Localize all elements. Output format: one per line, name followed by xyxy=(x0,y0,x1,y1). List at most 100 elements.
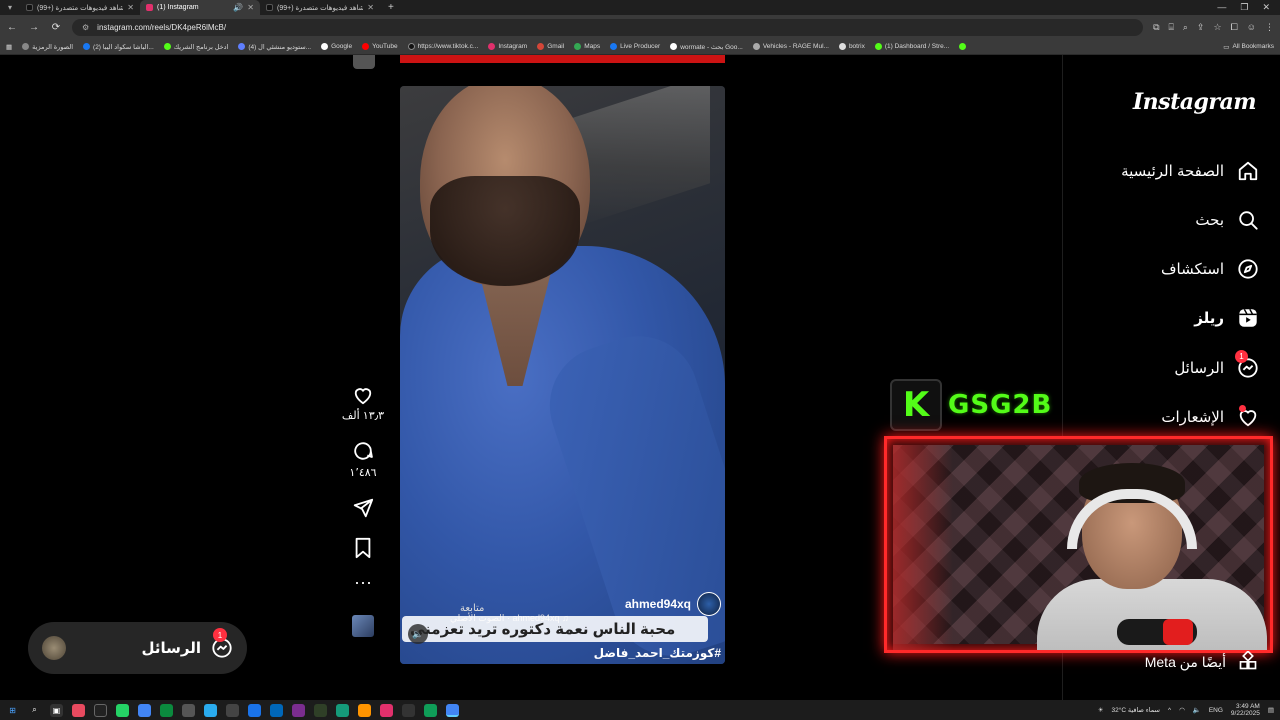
sidebar-item-explore[interactable]: استكشاف xyxy=(1161,254,1260,284)
bookmark-item[interactable]: (2) الباشا سكواد اليبا... xyxy=(83,43,154,51)
copilot-icon[interactable] xyxy=(72,703,85,717)
sidebar-item-home[interactable]: الصفحة الرئيسية xyxy=(1121,156,1260,186)
zoom-icon[interactable]: ⌕ xyxy=(1183,22,1188,33)
whatsapp-icon[interactable] xyxy=(116,703,129,717)
speaker-icon[interactable]: 🔊 xyxy=(233,3,243,12)
obs-icon[interactable] xyxy=(94,703,107,717)
apps-icon[interactable]: ▦ xyxy=(6,43,12,51)
skype-icon[interactable] xyxy=(248,703,261,717)
author-avatar[interactable] xyxy=(697,592,721,616)
back-icon[interactable]: ← xyxy=(6,22,18,33)
app2-icon[interactable] xyxy=(336,703,349,717)
bookmark-item[interactable]: Google xyxy=(321,43,352,50)
sidebar-item-messages[interactable]: 1 الرسائل xyxy=(1174,350,1260,383)
bookmark-icon[interactable] xyxy=(353,537,373,559)
sidebar-item-notifications[interactable]: الإشعارات xyxy=(1161,402,1260,432)
bookmark-item[interactable]: wormate - بحث Goo... xyxy=(670,43,743,51)
maximize-icon[interactable]: ❐ xyxy=(1240,2,1248,13)
extensions-icon[interactable]: ⧠ xyxy=(1231,22,1238,33)
close-icon[interactable]: ✕ xyxy=(367,3,374,12)
reel-author[interactable]: ahmed94xq xyxy=(625,592,721,616)
comment-icon[interactable] xyxy=(352,440,374,462)
app4-icon[interactable] xyxy=(380,703,393,717)
bookmark-item[interactable]: (1) Dashboard / Stre... xyxy=(874,43,949,50)
notifications-icon[interactable]: ▤ xyxy=(1268,706,1274,714)
language-label[interactable]: ENG xyxy=(1209,707,1223,714)
bookmark-item[interactable]: الصورة الرمزية xyxy=(22,43,73,51)
save-action[interactable] xyxy=(340,537,386,559)
comment-action[interactable]: ١٬٤٨٦ xyxy=(340,440,386,479)
mute-button[interactable]: 🔈 xyxy=(408,624,428,644)
tiktok-icon xyxy=(266,4,273,11)
windows-start-icon[interactable]: ⊞ xyxy=(6,704,19,717)
bookmark-star-icon[interactable]: ☆ xyxy=(1214,22,1222,33)
bookmark-item[interactable]: Gmail xyxy=(537,43,564,50)
steam-icon[interactable] xyxy=(226,703,239,717)
url-field[interactable]: ⚙ instagram.com/reels/DK4peR6lMcB/ xyxy=(72,18,1144,36)
telegram-icon[interactable] xyxy=(204,703,217,717)
app5-icon[interactable] xyxy=(402,703,415,717)
clock[interactable]: 3:49 AM 9/22/2025 xyxy=(1231,703,1260,717)
site-info-icon[interactable]: ⚙ xyxy=(82,23,89,32)
browser-tab-tiktok-2[interactable]: (99+) شاهد فيديوهات متصدرة | ✕ xyxy=(260,0,380,15)
close-icon[interactable]: ✕ xyxy=(127,3,134,12)
chrome-icon[interactable] xyxy=(138,703,151,717)
bookmark-item[interactable]: Live Producer xyxy=(610,43,660,50)
previous-reel-avatar[interactable] xyxy=(353,55,375,69)
share-icon[interactable]: ⇪ xyxy=(1197,22,1205,33)
menu-icon[interactable]: ⋮ xyxy=(1265,22,1274,33)
audio-thumbnail[interactable] xyxy=(340,605,386,637)
more-action[interactable]: ··· xyxy=(340,573,386,591)
app3-icon[interactable] xyxy=(358,703,371,717)
forward-icon[interactable]: → xyxy=(28,22,40,33)
spreadsheet-icon[interactable] xyxy=(160,703,173,717)
volume-icon[interactable]: 🔈 xyxy=(1193,706,1201,714)
like-action[interactable]: ١٣٫٣ ألف xyxy=(340,385,386,422)
bookmark-item[interactable]: Vehicles - RAGE Mul... xyxy=(752,43,829,50)
edge-icon[interactable] xyxy=(270,703,283,717)
profile-icon[interactable]: ☺ xyxy=(1247,22,1256,33)
browser-tab-tiktok-1[interactable]: (99+) شاهد فيديوهات متصدرة | ✕ xyxy=(20,0,140,15)
new-tab-button[interactable]: + xyxy=(380,2,402,13)
install-icon[interactable]: ⧉ xyxy=(1153,22,1159,33)
bookmark-item[interactable]: Instagram xyxy=(488,43,527,50)
bookmark-item[interactable]: Maps xyxy=(574,43,600,50)
tray-chevron-icon[interactable]: ^ xyxy=(1168,707,1171,714)
sidebar-item-reels[interactable]: ريلز xyxy=(1194,303,1260,333)
bookmark-item[interactable]: ادخل برنامج الشريك xyxy=(163,43,228,51)
messages-pill[interactable]: 1 الرسائل xyxy=(28,622,247,674)
tab-search-icon[interactable]: ▾ xyxy=(0,3,20,12)
reel-hashtag[interactable]: #كوزمتك_احمد_فاضل xyxy=(594,646,721,660)
heart-icon[interactable] xyxy=(352,385,374,405)
app-icon[interactable] xyxy=(182,703,195,717)
send-icon[interactable] xyxy=(352,497,374,519)
bookmark-item[interactable] xyxy=(959,43,967,50)
task-view-icon[interactable]: ▣ xyxy=(50,703,63,717)
share-action[interactable] xyxy=(340,497,386,519)
browser-tab-instagram[interactable]: (1) Instagram 🔊 ✕ xyxy=(140,0,260,15)
minimize-icon[interactable]: — xyxy=(1217,2,1226,13)
search-icon[interactable]: ⌕ xyxy=(28,704,41,717)
bookmark-item[interactable]: https://www.tiktok.c... xyxy=(407,43,478,50)
close-window-icon[interactable]: ✕ xyxy=(1262,2,1270,13)
sidebar-item-search[interactable]: بحث xyxy=(1195,205,1260,235)
wifi-icon[interactable]: ◠ xyxy=(1179,706,1185,714)
all-bookmarks[interactable]: ▭ All Bookmarks xyxy=(1223,43,1274,51)
weather-label[interactable]: 32°C سماء صافية xyxy=(1112,706,1160,714)
audio-avatar[interactable] xyxy=(352,615,374,637)
translate-icon[interactable]: ⌸ xyxy=(1169,22,1174,33)
reload-icon[interactable]: ⟳ xyxy=(50,22,62,33)
bookmark-item[interactable]: botrix xyxy=(838,43,865,50)
bookmark-item[interactable]: YouTube xyxy=(362,43,398,50)
sidebar-item-more-from-meta[interactable]: أيضًا من Meta xyxy=(1145,650,1258,674)
instagram-logo[interactable]: Instagram xyxy=(1133,89,1257,115)
game-icon[interactable] xyxy=(314,703,327,717)
author-name[interactable]: ahmed94xq xyxy=(625,597,691,611)
chrome-active-icon[interactable] xyxy=(446,703,459,717)
premiere-icon[interactable] xyxy=(292,703,305,717)
more-icon[interactable]: ··· xyxy=(354,573,372,591)
bookmark-item[interactable]: (4) ستوديو منشئي ال... xyxy=(238,43,311,51)
close-icon[interactable]: ✕ xyxy=(247,3,254,12)
app6-icon[interactable] xyxy=(424,703,437,717)
reel-video[interactable]: ahmed94xq متابعة ♫ ahmed94xq · الصوت الأ… xyxy=(400,86,725,664)
